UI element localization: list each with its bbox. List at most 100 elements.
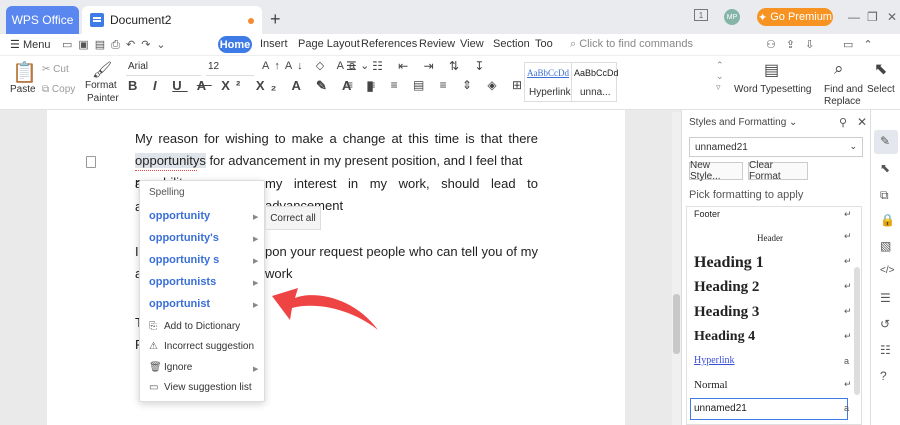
style-header[interactable]: Header (757, 233, 783, 243)
correct-all-button[interactable]: Correct all (265, 206, 321, 230)
tab-home[interactable]: Home (218, 36, 252, 53)
avatar[interactable]: MP (724, 9, 740, 25)
tab-references[interactable]: References (361, 38, 417, 50)
misspelled-word[interactable]: opportunitys (135, 153, 206, 168)
close-panel-icon[interactable]: ✕ (857, 115, 867, 129)
new-style-button[interactable]: New Style... (689, 160, 743, 182)
find-replace-icon[interactable]: ⌕ (834, 59, 844, 79)
unsaved-dot-icon (248, 18, 254, 24)
style-heading-3[interactable]: Heading 3 (694, 304, 759, 321)
style-normal[interactable]: Normal (694, 379, 728, 391)
tab-page-layout[interactable]: Page Layout (298, 38, 360, 50)
copy-label: Copy (51, 84, 76, 95)
suggestion-item[interactable]: opportunity (149, 210, 210, 222)
menu-label: Menu (22, 39, 51, 51)
suggestion-item[interactable]: opportunist (149, 298, 210, 310)
style-hyperlink[interactable]: Hyperlink (694, 355, 735, 366)
paragraph-mark-icon: ↵ (844, 379, 852, 389)
style-label-unnamed: unna... (580, 87, 611, 98)
word-typesetting-button[interactable]: Word Typesetting (734, 84, 811, 95)
page-count-icon[interactable]: 1 (694, 9, 708, 21)
pin-icon[interactable]: ⚲ (839, 116, 847, 129)
style-swatch-unnamed[interactable]: AaBbCcDd unna... (571, 62, 619, 102)
select-button[interactable]: Select (867, 84, 895, 95)
tab-section[interactable]: Section (493, 38, 530, 50)
quick-access-icons[interactable]: ▭▣▤⎙↶↷⌄ (62, 38, 172, 52)
style-heading-1[interactable]: Heading 1 (694, 254, 764, 272)
align-icons[interactable]: ≡ ≡ ≡ ▤ ≡ ⇕ ◈ ⊞ (346, 78, 528, 92)
sliders-icon[interactable]: ☰ (880, 291, 891, 305)
tab-view[interactable]: View (460, 38, 484, 50)
trash-icon: 🗑 (149, 362, 162, 373)
style-footer[interactable]: Footer (694, 209, 720, 219)
styles-list[interactable]: Footer ↵ Header ↵ Heading 1 ↵ Heading 2 … (686, 206, 862, 425)
layers-icon[interactable]: ☷ (880, 343, 891, 357)
tab-insert[interactable]: Insert (260, 38, 288, 50)
select-cursor-icon[interactable]: ⬉ (874, 59, 887, 79)
format-painter-line1[interactable]: Format (85, 80, 117, 91)
styles-list-scrollbar[interactable] (854, 267, 860, 395)
clear-format-button[interactable]: Clear Format (748, 160, 808, 182)
restore-icon[interactable]: ❐ (867, 10, 878, 24)
style-unnamed21[interactable]: unnamed21 (694, 403, 747, 414)
style-preview-unnamed: AaBbCcDd (574, 68, 619, 78)
code-icon[interactable]: </> (880, 265, 894, 276)
submenu-arrow-icon: ▶ (253, 214, 259, 221)
premium-label: Go Premium (770, 11, 832, 23)
paste-button[interactable]: Paste (10, 84, 36, 95)
tab-document[interactable]: Document2 (82, 6, 262, 34)
style-heading-2[interactable]: Heading 2 (694, 279, 759, 296)
format-painter-line2[interactable]: Painter (87, 93, 119, 104)
find-replace-line1[interactable]: Find and (824, 84, 863, 95)
submenu-arrow-icon: ▶ (253, 280, 259, 287)
spelling-menu-title: Spelling (149, 187, 185, 198)
brush-icon[interactable]: 🖌 (92, 60, 112, 80)
image-icon[interactable]: ▧ (880, 239, 891, 253)
add-to-dictionary-item[interactable]: Add to Dictionary (164, 321, 240, 332)
text-format-icons[interactable]: B I U A X² X₂ A ✎ A ▮ (128, 78, 380, 94)
paragraph-icon[interactable] (86, 156, 96, 168)
list-icons[interactable]: ☰ ☷ ⇤ ⇥ ⇅ ↧ (346, 59, 490, 73)
history-icon[interactable]: ↺ (880, 317, 890, 331)
tab-tools[interactable]: Too (535, 38, 553, 50)
styles-panel-title[interactable]: Styles and Formatting ⌄ (689, 117, 797, 128)
menu-button[interactable]: ☰ Menu (10, 38, 50, 51)
suggestion-item[interactable]: opportunity's (149, 232, 219, 244)
share-icons[interactable]: ⚇⇪⇩ (766, 38, 824, 51)
comment-collapse-icons[interactable]: ▭⌃ (843, 38, 883, 51)
pick-formatting-label: Pick formatting to apply (689, 189, 804, 201)
style-heading-4[interactable]: Heading 4 (694, 329, 755, 345)
suggestion-item[interactable]: opportunity s (149, 254, 219, 266)
cursor-icon[interactable]: ⬉ (880, 161, 890, 175)
new-tab-button[interactable]: + (270, 9, 281, 30)
pen-icon[interactable]: ✎ (880, 134, 890, 148)
document-scroll-thumb[interactable] (673, 294, 680, 354)
copy-doc-icon[interactable]: ⧉ (880, 188, 889, 203)
close-window-icon[interactable]: ✕ (887, 10, 897, 24)
suggestion-item[interactable]: opportunists (149, 276, 216, 288)
style-swatch-hyperlink[interactable]: AaBbCcDd Hyperlink (524, 62, 572, 102)
submenu-arrow-icon: ▶ (253, 366, 259, 373)
view-suggestion-list-item[interactable]: View suggestion list (164, 382, 252, 393)
minimize-icon[interactable]: — (848, 10, 860, 24)
find-commands[interactable]: ⌕ Click to find commands (570, 38, 693, 51)
lock-icon[interactable]: 🔒 (880, 213, 895, 227)
current-style-combo[interactable]: unnamed21 ⌄ (689, 137, 863, 157)
font-name-combo[interactable]: Arial (126, 61, 201, 76)
spelling-context-menu: Spelling opportunity ▶ opportunity's ▶ o… (139, 180, 265, 402)
styles-scroll-icon[interactable]: ⌃ ⌄ ▿ (716, 60, 724, 93)
incorrect-suggestion-item[interactable]: Incorrect suggestion (164, 341, 254, 352)
word-typesetting-icon[interactable]: ▤ (764, 60, 779, 80)
document-scrollbar[interactable] (672, 112, 681, 425)
cut-button[interactable]: ✂ Cut (42, 64, 69, 75)
paste-icon[interactable]: 📋 (12, 60, 37, 85)
find-replace-line2[interactable]: Replace (824, 96, 861, 107)
copy-button[interactable]: ⧉ Copy (42, 84, 75, 95)
tab-wps-office[interactable]: WPS Office (6, 6, 79, 34)
tab-review[interactable]: Review (419, 38, 455, 50)
go-premium-button[interactable]: ✦ Go Premium (757, 8, 833, 26)
font-size-combo[interactable]: 12 (206, 61, 254, 76)
ignore-item[interactable]: Ignore (164, 362, 192, 373)
hamburger-icon: ☰ (10, 39, 20, 51)
help-icon[interactable]: ? (880, 369, 887, 383)
